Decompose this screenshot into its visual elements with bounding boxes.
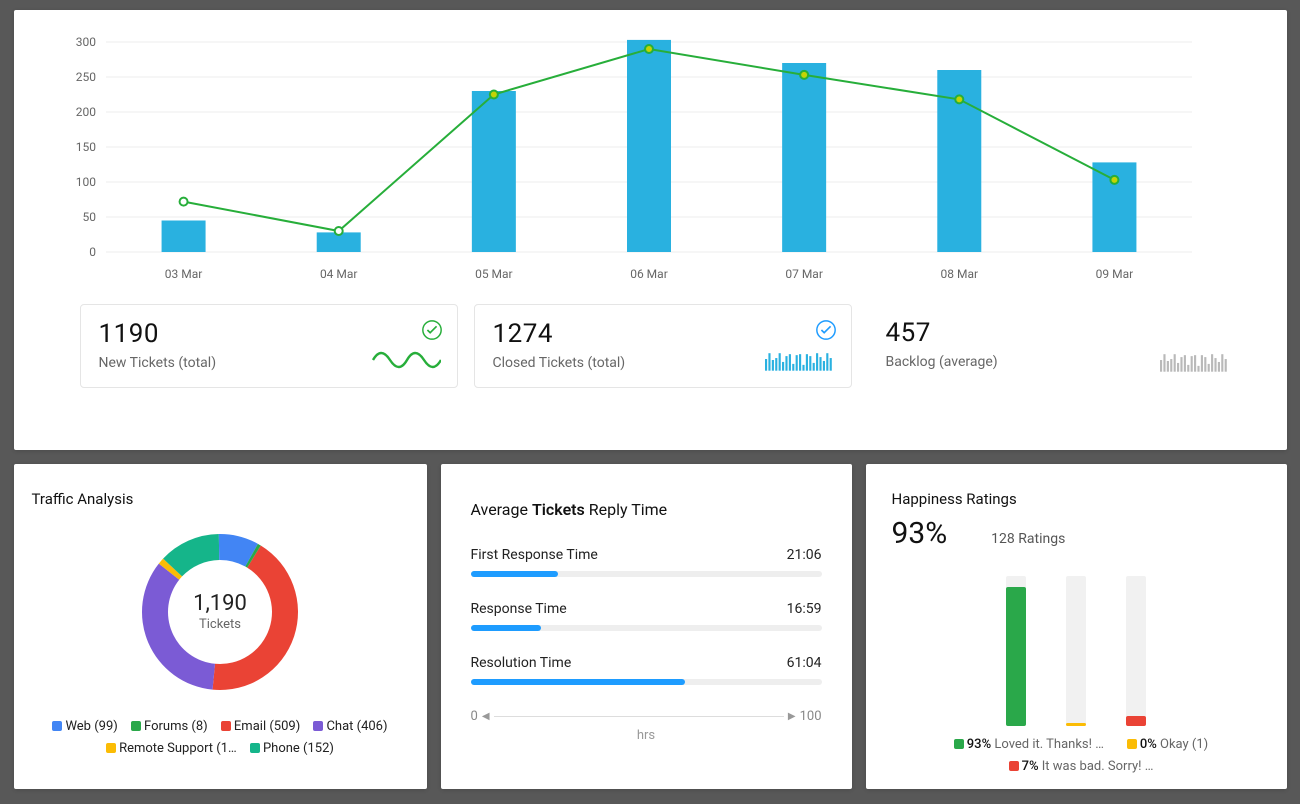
- progress-fill: [471, 571, 559, 577]
- summary-backlog[interactable]: 457 Backlog (average): [868, 304, 1246, 388]
- metric-name: Response Time: [471, 601, 567, 617]
- svg-text:300: 300: [75, 35, 95, 49]
- caret-left-icon[interactable]: ◀: [478, 711, 494, 722]
- svg-text:200: 200: [75, 105, 95, 119]
- card-title: Average Tickets Reply Time: [471, 500, 822, 519]
- summary-value: 457: [886, 318, 1228, 348]
- progress-track: [471, 625, 822, 631]
- progress-track: [471, 679, 822, 685]
- metric-value: 21:06: [787, 547, 822, 563]
- metric-name: Resolution Time: [471, 655, 572, 671]
- svg-text:150: 150: [75, 140, 95, 154]
- happiness-percent: 93%: [892, 516, 948, 551]
- svg-text:1,190: 1,190: [193, 591, 247, 616]
- svg-text:05 Mar: 05 Mar: [475, 267, 513, 281]
- metric-name: First Response Time: [471, 547, 598, 563]
- metric-value: 16:59: [787, 601, 822, 617]
- happiness-bar: [1126, 576, 1146, 726]
- svg-text:09 Mar: 09 Mar: [1095, 267, 1133, 281]
- svg-text:04 Mar: 04 Mar: [319, 267, 357, 281]
- ratings-count: 128 Ratings: [991, 531, 1065, 547]
- progress-fill: [471, 625, 541, 631]
- summary-row: 1190 New Tickets (total) 1274 Closed Tic…: [36, 304, 1265, 388]
- traffic-donut-chart: 1,190Tickets: [32, 522, 409, 706]
- svg-text:50: 50: [82, 210, 96, 224]
- reply-metric: First Response Time 21:06: [471, 547, 822, 577]
- check-circle-icon: [815, 319, 837, 341]
- check-circle-icon: [421, 319, 443, 341]
- happiness-bar: [1006, 576, 1026, 726]
- svg-text:03 Mar: 03 Mar: [164, 267, 202, 281]
- metric-value: 61:04: [787, 655, 822, 671]
- svg-text:08 Mar: 08 Mar: [940, 267, 978, 281]
- summary-value: 1190: [99, 319, 439, 349]
- summary-closed-tickets[interactable]: 1274 Closed Tickets (total): [474, 304, 852, 388]
- happiness-bar: [1066, 576, 1086, 726]
- progress-fill: [471, 679, 685, 685]
- summary-new-tickets[interactable]: 1190 New Tickets (total): [80, 304, 458, 388]
- sparkline-wave-icon: [371, 349, 441, 371]
- svg-text:06 Mar: 06 Mar: [630, 267, 668, 281]
- traffic-analysis-card: Traffic Analysis 1,190Tickets Web (99) F…: [14, 464, 427, 789]
- traffic-legend: Web (99) Forums (8) Email (509) Chat (40…: [32, 716, 409, 760]
- card-title: Happiness Ratings: [892, 490, 1261, 508]
- axis-min: 0: [471, 709, 478, 724]
- svg-text:07 Mar: 07 Mar: [785, 267, 823, 281]
- happiness-card: Happiness Ratings 93% 128 Ratings 93% Lo…: [866, 464, 1287, 789]
- reply-metric: Response Time 16:59: [471, 601, 822, 631]
- summary-value: 1274: [493, 319, 833, 349]
- reply-metric: Resolution Time 61:04: [471, 655, 822, 685]
- sparkline-bars-icon: [765, 349, 835, 371]
- svg-text:0: 0: [89, 245, 96, 259]
- title-pre: Average: [471, 500, 528, 519]
- card-title: Traffic Analysis: [32, 490, 409, 508]
- happiness-legend: 93% Loved it. Thanks! … 0% Okay (1)7% It…: [892, 734, 1261, 778]
- title-bold: Tickets: [532, 500, 585, 519]
- progress-track: [471, 571, 822, 577]
- reply-axis: 0 ◀ ▶ 100: [471, 709, 822, 724]
- axis-line: [494, 716, 784, 717]
- caret-right-icon[interactable]: ▶: [784, 711, 800, 722]
- reply-time-card: Average Tickets Reply Time First Respons…: [441, 464, 852, 789]
- axis-unit: hrs: [471, 728, 822, 743]
- svg-text:250: 250: [75, 70, 95, 84]
- title-post: Reply Time: [589, 500, 667, 519]
- sparkline-bars-icon: [1160, 350, 1230, 372]
- axis-max: 100: [800, 709, 822, 724]
- svg-text:Tickets: Tickets: [199, 617, 241, 632]
- tickets-trend-chart: 0 50 100 150 200 250 300 03 Mar 04 Mar 05 Mar 06 M…: [36, 32, 1212, 282]
- svg-text:100: 100: [75, 175, 95, 189]
- tickets-trend-panel: 0 50 100 150 200 250 300 03 Mar 04 Mar 05 Mar 06 M…: [14, 10, 1287, 450]
- happiness-bar-chart: [892, 551, 1261, 726]
